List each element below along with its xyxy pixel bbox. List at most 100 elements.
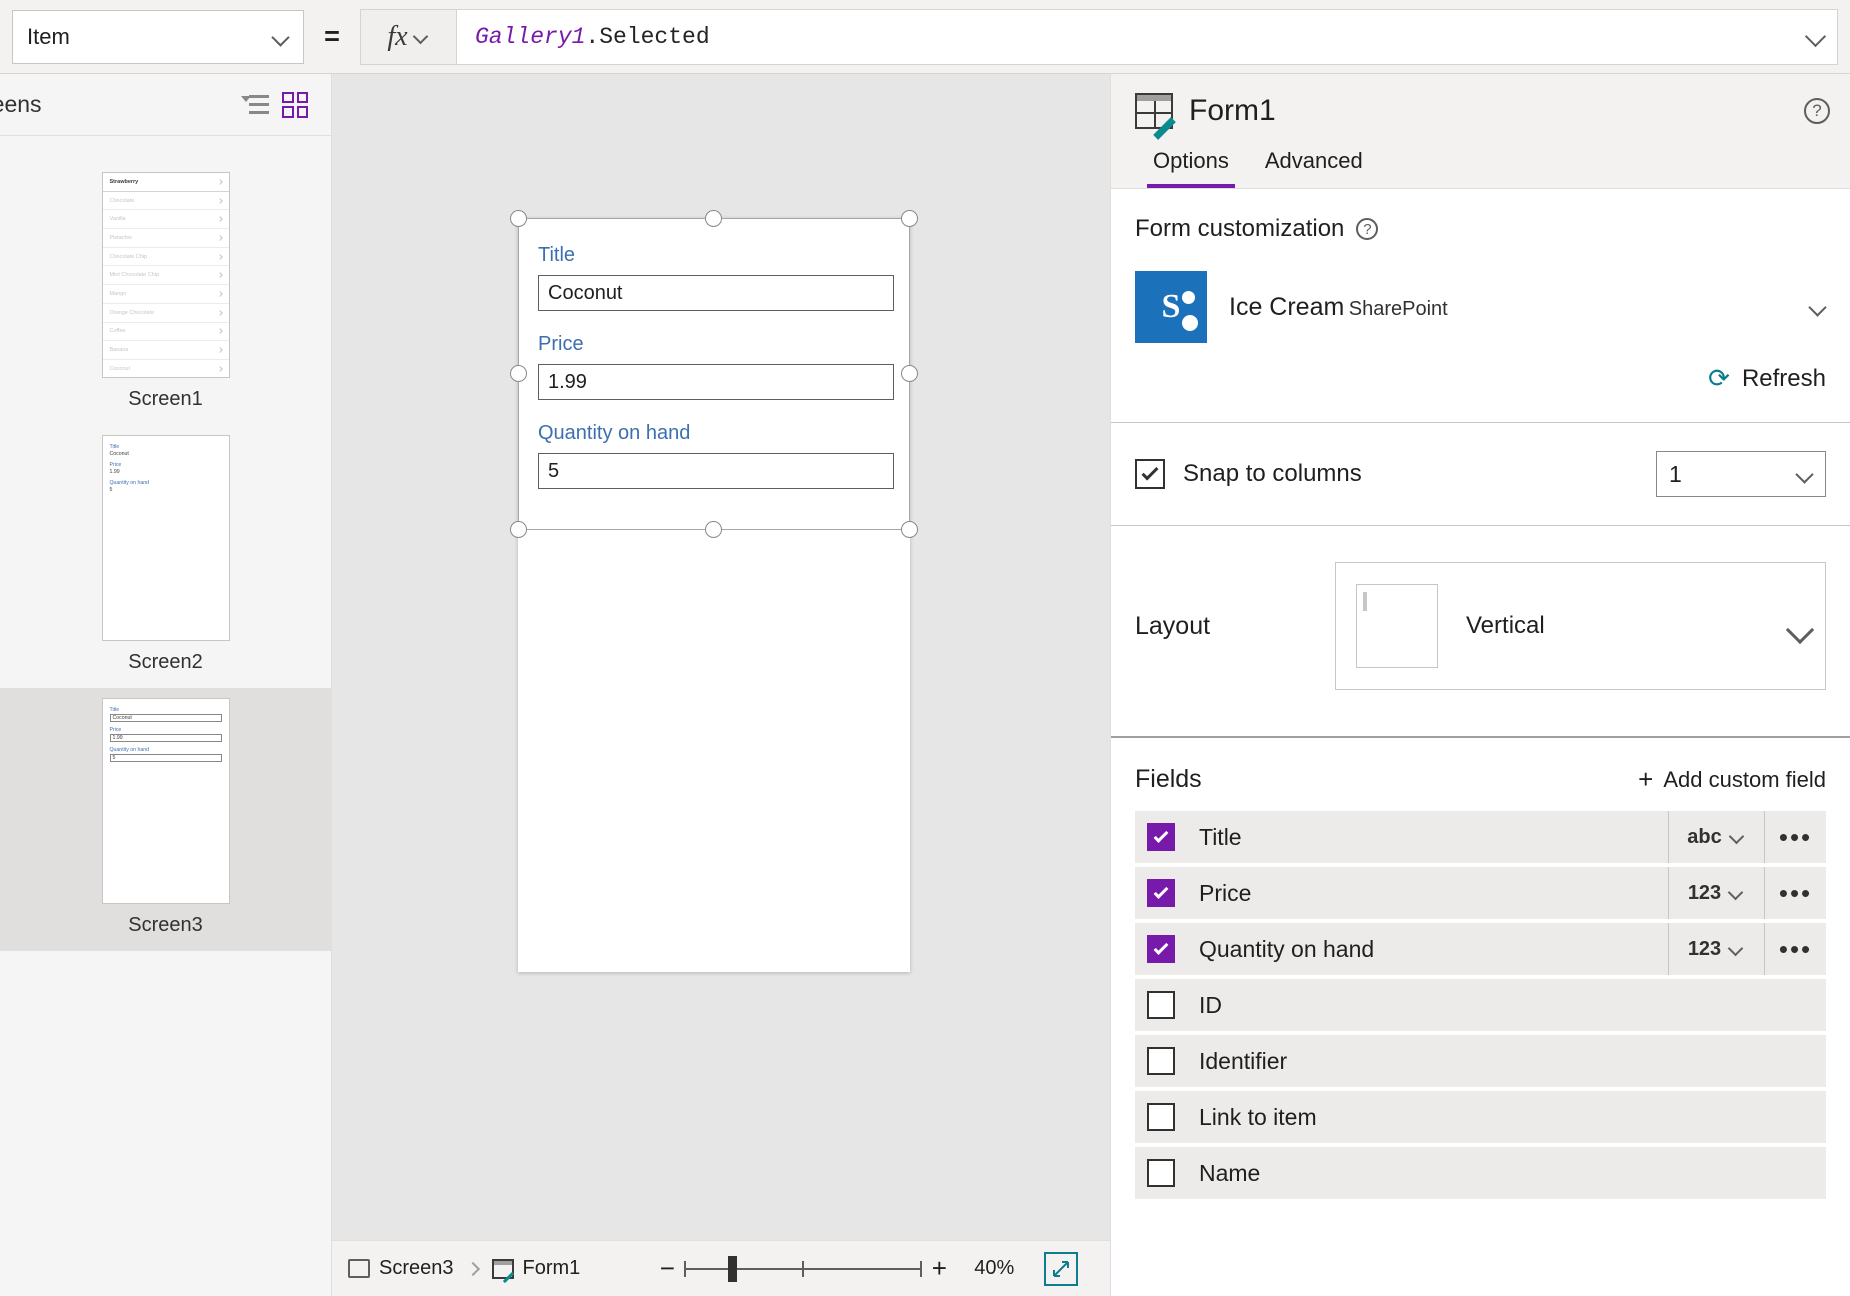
screen-thumbnail-screen3[interactable]: Title Coconut Price 1.99 Quantity on han… [0, 688, 331, 951]
screen1-preview: Strawberry Chocolate Vanilla Pistachio C… [101, 172, 230, 378]
tab-options[interactable]: Options [1135, 138, 1247, 188]
equals-sign: = [324, 21, 340, 51]
chevron-down-icon [1797, 466, 1813, 482]
property-selector[interactable]: Item [12, 9, 304, 64]
zoom-level-value: 40% [974, 1257, 1015, 1279]
preview-field-input: 5 [109, 754, 222, 762]
refresh-icon: ⟳ [1708, 363, 1730, 393]
field-checkbox[interactable] [1147, 879, 1175, 907]
field-type-select[interactable]: 123 [1668, 923, 1764, 975]
chevron-down-icon [1730, 829, 1746, 845]
field-name: Title [1199, 823, 1242, 850]
snap-to-columns-checkbox[interactable] [1135, 459, 1165, 489]
columns-count-select[interactable]: 1 [1656, 451, 1826, 497]
preview-field-input: Coconut [109, 714, 222, 722]
properties-pane-header: Form1 ? [1111, 74, 1850, 140]
field-more-button[interactable]: ••• [1764, 923, 1826, 975]
screen3-preview: Title Coconut Price 1.99 Quantity on han… [101, 698, 230, 904]
powerapps-studio: Item = fx Gallery1.Selected reens [0, 0, 1850, 1296]
zoom-slider-thumb[interactable] [728, 1255, 738, 1282]
properties-pane: Form1 ? Options Advanced Form customizat… [1110, 74, 1850, 1296]
chevron-down-icon [414, 29, 430, 45]
tree-view-button[interactable] [235, 85, 275, 125]
form-field-input-quantity[interactable]: 5 [538, 453, 894, 489]
fields-header: Fields + Add custom field [1111, 738, 1850, 811]
chevron-down-icon [1729, 885, 1745, 901]
grid-view-button[interactable] [275, 85, 315, 125]
help-icon[interactable]: ? [1356, 218, 1379, 240]
preview-field-input: 1.99 [109, 734, 222, 742]
field-checkbox[interactable] [1147, 991, 1175, 1019]
form-field-label: Title [538, 244, 576, 266]
zoom-in-button[interactable]: + [922, 1252, 956, 1286]
table-row[interactable]: ID [1135, 979, 1826, 1031]
table-row[interactable]: Quantity on hand 123 ••• [1135, 923, 1826, 975]
chevron-down-icon[interactable] [1810, 299, 1826, 315]
screens-list: Strawberry Chocolate Vanilla Pistachio C… [0, 136, 331, 951]
zoom-slider[interactable] [684, 1252, 923, 1286]
form-field-input-price[interactable]: 1.99 [538, 364, 894, 400]
screen-thumbnail-screen2[interactable]: Title Coconut Price 1.99 Quantity on han… [0, 425, 331, 688]
fx-button[interactable]: fx [360, 8, 456, 65]
breadcrumb-control[interactable]: Form1 [491, 1257, 581, 1280]
app-canvas[interactable]: Title Coconut Price 1.99 Quantity on han… [332, 74, 1110, 1296]
field-checkbox[interactable] [1147, 1103, 1175, 1131]
screen-icon [348, 1259, 370, 1278]
table-row[interactable]: Price 123 ••• [1135, 867, 1826, 919]
grid-view-icon [282, 91, 308, 118]
table-row[interactable]: Link to item [1135, 1091, 1826, 1143]
add-custom-field-button[interactable]: + Add custom field [1638, 764, 1826, 795]
gallery-item: Coconut [103, 360, 229, 377]
preview-field-label: Quantity on hand [109, 747, 150, 753]
formula-input[interactable]: Gallery1 .Selected [456, 8, 1838, 65]
field-more-button[interactable]: ••• [1764, 867, 1826, 919]
field-checkbox[interactable] [1147, 1159, 1175, 1187]
gallery-item: Coffee [102, 323, 229, 342]
gallery-item: Chocolate Chip [102, 248, 229, 267]
field-type-value: 123 [1687, 937, 1722, 960]
preview-field-value: 5 [109, 487, 113, 493]
field-checkbox[interactable] [1147, 823, 1175, 851]
gallery-item: Mango [102, 285, 229, 304]
preview-field-label: Title [109, 444, 120, 450]
layout-select[interactable]: Vertical [1335, 562, 1826, 690]
field-type-select[interactable]: abc [1668, 811, 1764, 863]
screens-pane-header: reens [0, 74, 331, 136]
table-row[interactable]: Title abc ••• [1135, 811, 1826, 863]
gallery-item: Banana [102, 341, 229, 360]
fit-to-screen-icon [1053, 1260, 1070, 1277]
add-custom-field-label: Add custom field [1663, 766, 1826, 792]
breadcrumb-screen[interactable]: Screen3 [348, 1257, 454, 1280]
screen3-form-preview: Title Coconut Price 1.99 Quantity on han… [103, 699, 229, 762]
breadcrumb-control-label: Form1 [522, 1257, 581, 1279]
field-more-button[interactable]: ••• [1764, 811, 1826, 863]
formula-bar: Item = fx Gallery1 .Selected [0, 0, 1850, 74]
zoom-out-button[interactable]: − [650, 1252, 684, 1286]
table-row[interactable]: Name [1135, 1147, 1826, 1199]
field-checkbox[interactable] [1147, 935, 1175, 963]
data-source-text: Ice Cream SharePoint [1229, 293, 1810, 322]
zoom-slider-tick [802, 1260, 805, 1277]
field-type-select[interactable]: 123 [1668, 867, 1764, 919]
tab-advanced[interactable]: Advanced [1247, 138, 1381, 188]
gallery-item: Mint Chocolate Chip [102, 266, 229, 286]
canvas-screen-surface[interactable]: Title Coconut Price 1.99 Quantity on han… [518, 218, 910, 972]
chevron-down-icon [1789, 618, 1805, 634]
plus-icon: + [1638, 764, 1654, 794]
data-source-row[interactable]: S Ice Cream SharePoint [1135, 271, 1826, 343]
preview-field-label: Title [109, 707, 120, 713]
table-row[interactable]: Identifier [1135, 1035, 1826, 1087]
screen-thumbnail-screen1[interactable]: Strawberry Chocolate Vanilla Pistachio C… [0, 162, 331, 425]
data-source-name: Ice Cream [1229, 292, 1345, 321]
edit-form-control[interactable]: Title Coconut Price 1.99 Quantity on han… [538, 244, 894, 511]
formula-expand-button[interactable] [1807, 24, 1823, 50]
fit-to-screen-button[interactable] [1044, 1251, 1079, 1286]
form-field-input-title[interactable]: Coconut [538, 275, 894, 311]
refresh-button[interactable]: ⟳ Refresh [1135, 363, 1826, 394]
screen-caption: Screen3 [128, 914, 203, 936]
help-icon[interactable]: ? [1804, 98, 1830, 124]
screen-caption: Screen1 [128, 388, 203, 410]
screens-pane-title: reens [0, 91, 42, 117]
screen2-form-preview: Title Coconut Price 1.99 Quantity on han… [103, 436, 229, 493]
field-checkbox[interactable] [1147, 1047, 1175, 1075]
